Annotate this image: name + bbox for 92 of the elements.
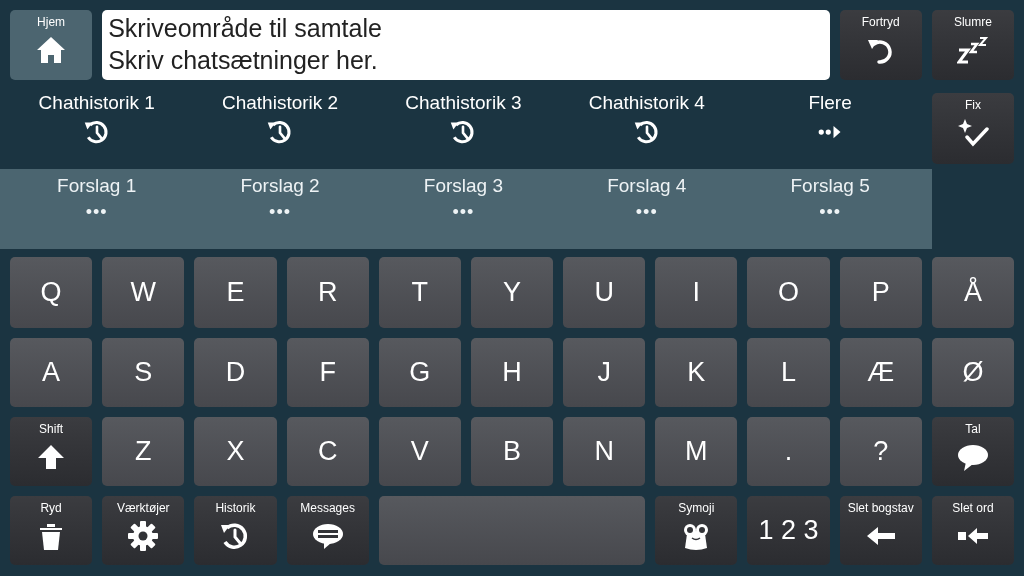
key-label: Slet bogstav xyxy=(847,502,914,514)
tools-key[interactable]: Værktøjer xyxy=(102,496,185,565)
key[interactable]: Q xyxy=(10,257,93,328)
sparkle-check-icon xyxy=(956,117,989,149)
key-label: Slumre xyxy=(953,16,992,28)
key[interactable]: N xyxy=(563,417,646,486)
suggestion-label: Forslag 4 xyxy=(607,176,687,195)
key-label: Fix xyxy=(964,99,981,111)
suggestion-button[interactable]: Forslag 1 ••• xyxy=(5,169,189,249)
symoji-key[interactable]: Symoji xyxy=(655,496,738,565)
key[interactable]: J xyxy=(563,338,646,407)
key[interactable]: A xyxy=(10,338,93,407)
chat-history-button[interactable]: Chathistorik 4 xyxy=(555,88,739,161)
key[interactable]: Y xyxy=(470,257,554,328)
key[interactable]: ? xyxy=(839,417,922,486)
undo-button[interactable]: Fortryd xyxy=(839,10,922,80)
chat-history-button[interactable]: Chathistorik 3 xyxy=(371,88,556,161)
clear-key[interactable]: Ryd xyxy=(10,496,93,565)
key-label: Messages xyxy=(300,502,355,514)
space-bar[interactable] xyxy=(378,496,646,565)
key[interactable]: Æ xyxy=(839,338,922,407)
suggestion-label: Forslag 2 xyxy=(240,176,320,195)
snooze-button[interactable]: Slumre xyxy=(931,10,1014,80)
key[interactable]: M xyxy=(655,417,738,486)
chat-history-label: Chathistorik 3 xyxy=(405,93,522,112)
dots-label: ••• xyxy=(819,203,842,221)
key-label: Fortryd xyxy=(861,16,900,28)
shift-key[interactable]: Shift xyxy=(10,417,93,486)
key-label: Tal xyxy=(965,423,981,435)
chat-history-label: Chathistorik 2 xyxy=(221,93,339,112)
key[interactable]: T xyxy=(378,257,461,328)
dots-label: ••• xyxy=(85,203,108,221)
chat-history-label: Chathistorik 1 xyxy=(38,93,155,112)
key[interactable]: I xyxy=(655,257,738,328)
key[interactable]: D xyxy=(194,338,277,407)
dots-label: ••• xyxy=(269,203,291,221)
text-area[interactable]: Skriveområde til samtale Skriv chatsætninger her. xyxy=(102,10,830,80)
key[interactable]: B xyxy=(470,417,554,486)
suggestion-button[interactable]: Forslag 3 ••• xyxy=(371,169,556,249)
chat-history-label: Chathistorik 4 xyxy=(588,93,705,112)
chat-history-button[interactable]: Chathistorik 1 xyxy=(5,88,189,161)
text-line: Skriveområde til samtale xyxy=(108,13,383,44)
key[interactable]: Å xyxy=(931,257,1014,328)
history-key[interactable]: Historik xyxy=(194,496,277,565)
key-label: Historik xyxy=(215,502,256,514)
history-icon xyxy=(632,118,661,146)
key[interactable]: P xyxy=(839,257,922,328)
key[interactable]: R xyxy=(286,257,369,328)
snooze-icon xyxy=(956,34,989,66)
home-button[interactable]: Hjem xyxy=(10,10,93,80)
key-label: Ryd xyxy=(40,502,62,514)
key[interactable]: V xyxy=(378,417,461,486)
text-line: Skriv chatsætninger her. xyxy=(108,45,379,76)
suggestion-button[interactable]: Forslag 5 ••• xyxy=(738,169,922,249)
dots-label: ••• xyxy=(452,203,475,221)
key[interactable]: Ø xyxy=(931,338,1014,407)
key[interactable]: L xyxy=(747,338,830,407)
key[interactable]: F xyxy=(286,338,369,407)
suggestion-label: Forslag 3 xyxy=(423,176,503,195)
key[interactable]: U xyxy=(563,257,646,328)
chat-history-button[interactable]: Chathistorik 2 xyxy=(188,88,372,161)
suggestion-button[interactable]: Forslag 4 ••• xyxy=(555,169,739,249)
key[interactable]: E xyxy=(194,257,277,328)
key-label: Symoji xyxy=(678,502,715,514)
key-label: Hjem xyxy=(37,16,66,28)
key[interactable]: S xyxy=(102,338,185,407)
gear-icon xyxy=(127,520,160,552)
key-label: Slet ord xyxy=(952,502,994,514)
key[interactable]: C xyxy=(286,417,369,486)
key[interactable]: O xyxy=(747,257,830,328)
chat-history-label: Flere xyxy=(808,93,852,112)
key[interactable]: W xyxy=(102,257,185,328)
messages-key[interactable]: Messages xyxy=(286,496,369,565)
dots-label: ••• xyxy=(635,203,658,221)
fix-button[interactable]: Fix xyxy=(931,93,1014,164)
key[interactable]: K xyxy=(655,338,738,407)
key[interactable]: . xyxy=(747,417,830,486)
more-button[interactable]: Flere xyxy=(738,88,922,161)
backspace-key[interactable]: Slet bogstav xyxy=(839,496,922,565)
key-label: Værktøjer xyxy=(116,502,170,514)
key[interactable]: Z xyxy=(102,417,185,486)
suggestion-button[interactable]: Forslag 2 ••• xyxy=(188,169,372,249)
suggestion-label: Forslag 1 xyxy=(57,176,137,195)
delete-word-key[interactable]: Slet ord xyxy=(931,496,1014,565)
suggestion-label: Forslag 5 xyxy=(790,176,870,195)
numbers-key[interactable]: 1 2 3 xyxy=(747,496,830,565)
key[interactable]: H xyxy=(470,338,554,407)
speak-key[interactable]: Tal xyxy=(931,417,1014,486)
key-label: Shift xyxy=(39,423,64,435)
history-icon xyxy=(82,118,111,146)
key[interactable]: X xyxy=(194,417,277,486)
key[interactable]: G xyxy=(378,338,461,407)
